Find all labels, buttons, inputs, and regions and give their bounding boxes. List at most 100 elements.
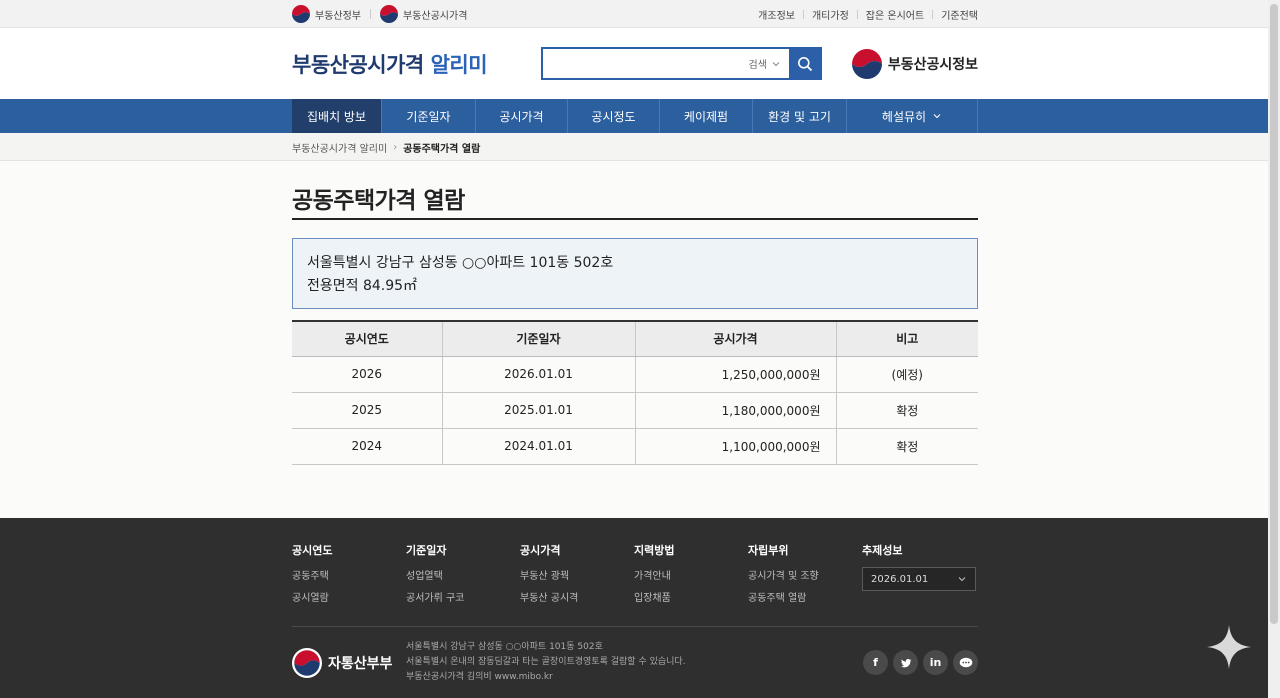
search-input[interactable] (542, 49, 749, 78)
footer-column-title: 공시가격 (520, 544, 561, 557)
property-area: 전용면적 84.95㎡ (307, 278, 418, 294)
cell-year: 2024 (292, 428, 442, 465)
breadcrumb-home[interactable]: 부동산공시가격 알리미 (292, 140, 387, 155)
property-address: 서울특별시 강남구 삼성동 ○○아파트 101동 502호 (307, 255, 614, 271)
emblem-icon (292, 647, 322, 678)
table-header-row: 공시연도 기준일자 공시가격 비고 (292, 320, 978, 357)
gov-link-1[interactable]: 부동산정부 (292, 5, 361, 23)
scrollbar-thumb[interactable] (1270, 4, 1278, 624)
cell-price: 1,250,000,000원 (634, 356, 836, 393)
nav-item-label: 케이제펌 (683, 109, 729, 124)
search-scope-select[interactable]: 검색 (749, 56, 781, 71)
main-content: 공동주택가격 열람 서울특별시 강남구 삼성동 ○○아파트 101동 502호 … (292, 161, 978, 465)
footer-address-line: 부동산공시가격 김의비 www.mibo.kr (406, 672, 553, 682)
emblem-icon (380, 5, 398, 23)
util-link-1[interactable]: 개조정보 (758, 7, 795, 22)
sparkle-icon (1207, 625, 1251, 669)
breadcrumb: 부동산공시가격 알리미 › 공동주택가격 열람 (0, 133, 1280, 161)
footer-address-line: 서울특별시 온내의 잠동딤갈과 타는 골장이트경영토록 걸람할 수 있습니다. (406, 657, 686, 667)
search-button[interactable] (788, 47, 822, 80)
nav-item-label: 공시정도 (591, 109, 636, 124)
nav-item-label: 헤설뮤히 (881, 109, 927, 124)
footer-column-1: 공시연도 공동주택 공시열람 (292, 542, 406, 626)
chevron-down-icon (933, 114, 941, 119)
cell-year: 2026 (292, 356, 442, 393)
util-links: 개조정보 개티가정 잡은 온시어트 기준전택 (758, 7, 978, 22)
nav-item-5[interactable]: 케이제펌 (660, 99, 753, 133)
price-table: 공시연도 기준일자 공시가격 비고 2026 2026.01.01 1,250,… (292, 320, 978, 465)
nav-item-label: 공시가격 (499, 109, 544, 124)
table-row: 2024 2024.01.01 1,100,000,000원 확정 (292, 428, 978, 465)
site-header: 부동산공시가격 알리미 검색 부동산공시정보 (0, 28, 1280, 99)
footer-bottom: 자통산부부 서울특별시 강남구 삼성동 ○○아파트 101동 502호 서울특별… (292, 627, 978, 698)
date-select[interactable]: 2026.01.01 (862, 567, 976, 591)
chat-icon[interactable] (953, 650, 978, 675)
brand-logo-right[interactable]: 부동산공시정보 (851, 48, 978, 79)
footer-link[interactable]: 공서가뤼 구코 (406, 589, 520, 604)
footer-logo[interactable]: 자통산부부 (292, 647, 406, 678)
footer-column-title: 지력방법 (634, 544, 675, 557)
cell-date: 2024.01.01 (441, 428, 635, 465)
footer-address: 서울특별시 강남구 삼성동 ○○아파트 101동 502호 서울특별시 온내의 … (406, 640, 858, 685)
divider (802, 9, 804, 19)
footer-link[interactable]: 성업열택 (406, 567, 520, 582)
table-header-date: 기준일자 (441, 320, 635, 357)
nav-item-6[interactable]: 환경 및 고기 (753, 99, 847, 133)
brand-right-label: 부동산공시정보 (887, 56, 978, 73)
footer-link[interactable]: 가격안내 (634, 567, 748, 582)
search-scope-label: 검색 (748, 60, 767, 71)
emblem-icon (851, 48, 882, 79)
twitter-icon[interactable] (893, 650, 918, 675)
table-header-price: 공시가격 (634, 320, 836, 357)
nav-item-4[interactable]: 공시정도 (568, 99, 660, 133)
footer-column-title: 기준일자 (406, 544, 447, 557)
nav-item-7[interactable]: 헤설뮤히 (847, 99, 978, 133)
emblem-icon (292, 5, 310, 23)
cell-note: (예정) (835, 356, 978, 393)
footer-link[interactable]: 입장채품 (634, 589, 748, 604)
footer-link[interactable]: 공동주택 열람 (748, 589, 862, 604)
search-icon (798, 56, 813, 71)
search-box: 검색 (540, 47, 789, 80)
footer-link[interactable]: 공시열람 (292, 589, 406, 604)
footer-column-2: 기준일자 성업열택 공서가뤼 구코 (406, 542, 520, 626)
breadcrumb-separator: › (393, 141, 398, 153)
top-utility-bar: 부동산정부 부동산공시가격 개조정보 개티가정 잡은 온시어트 기준전택 (0, 0, 1280, 28)
cell-note: 확정 (835, 428, 978, 465)
footer-address-line: 서울특별시 강남구 삼성동 ○○아파트 101동 502호 (406, 642, 603, 652)
footer-select-title: 추제성보 (862, 544, 903, 557)
nav-item-1[interactable]: 집배치 방보 (292, 99, 382, 133)
footer-link[interactable]: 부동산 공시격 (520, 589, 634, 604)
nav-item-label: 기준일자 (406, 109, 451, 124)
nav-item-2[interactable]: 기준일자 (382, 99, 476, 133)
facebook-icon[interactable]: f (863, 650, 888, 675)
site-title-main: 부동산공시가격 (292, 52, 424, 77)
footer-link[interactable]: 공동주택 (292, 567, 406, 582)
footer-column-4: 지력방법 가격안내 입장채품 (634, 542, 748, 626)
footer-columns: 공시연도 공동주택 공시열람 기준일자 성업열택 공서가뤼 구코 공시가격 부동… (292, 518, 978, 627)
gov-link-1-label: 부동산정부 (315, 10, 361, 22)
footer-link[interactable]: 공시가격 및 조향 (748, 567, 862, 582)
cell-date: 2026.01.01 (441, 356, 635, 393)
gov-link-2[interactable]: 부동산공시가격 (380, 5, 467, 23)
site-title[interactable]: 부동산공시가격 알리미 (292, 49, 488, 79)
util-link-4[interactable]: 기준전택 (941, 7, 978, 22)
cell-year: 2025 (292, 392, 442, 429)
util-link-2[interactable]: 개티가정 (812, 7, 849, 22)
table-header-year: 공시연도 (292, 320, 442, 357)
vertical-scrollbar[interactable] (1268, 0, 1280, 698)
nav-item-label: 집배치 방보 (306, 109, 366, 124)
search-bar: 검색 (540, 47, 822, 80)
chevron-down-icon (772, 61, 780, 66)
page-title: 공동주택가격 열람 (292, 161, 978, 220)
util-link-3[interactable]: 잡은 온시어트 (866, 7, 924, 22)
footer-link[interactable]: 부동산 광꿕 (520, 567, 634, 582)
twitter-bird-icon (900, 658, 911, 667)
nav-item-3[interactable]: 공시가격 (476, 99, 568, 133)
divider (932, 9, 934, 19)
linkedin-icon[interactable]: in (923, 650, 948, 675)
cell-price: 1,180,000,000원 (634, 392, 836, 429)
nav-item-label: 환경 및 고기 (768, 109, 831, 124)
gov-links: 부동산정부 부동산공시가격 (292, 5, 467, 23)
footer-column-title: 자립부위 (748, 544, 789, 557)
